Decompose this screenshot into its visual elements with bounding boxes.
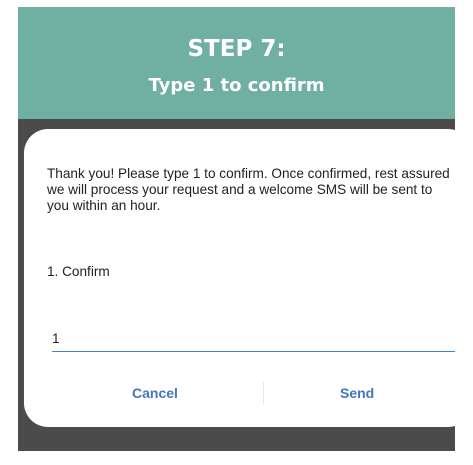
confirm-dialog: Thank you! Please type 1 to confirm. Onc… bbox=[24, 129, 455, 427]
cancel-button[interactable]: Cancel bbox=[132, 385, 178, 401]
reply-input[interactable] bbox=[52, 325, 455, 352]
confirm-option: 1. Confirm bbox=[47, 264, 110, 279]
step-title: STEP 7: bbox=[187, 36, 286, 62]
step-banner: STEP 7: Type 1 to confirm bbox=[18, 7, 455, 119]
dialog-message: Thank you! Please type 1 to confirm. Onc… bbox=[47, 166, 450, 213]
step-subtitle: Type 1 to confirm bbox=[148, 75, 325, 96]
button-divider bbox=[263, 382, 264, 404]
send-button[interactable]: Send bbox=[340, 385, 374, 401]
phone-screen: Thank you! Please type 1 to confirm. Onc… bbox=[18, 119, 455, 451]
